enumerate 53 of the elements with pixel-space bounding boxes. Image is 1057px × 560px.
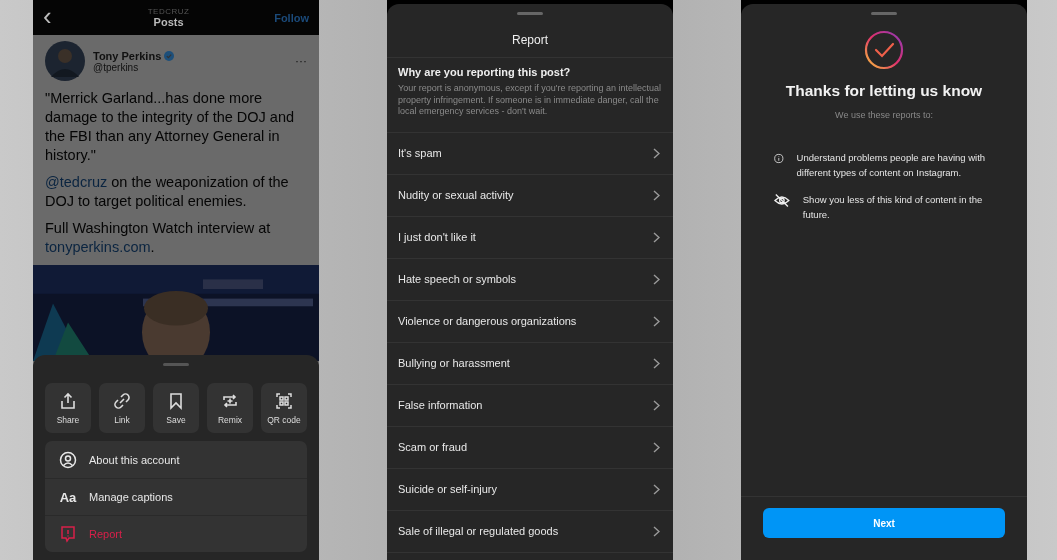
reason-option[interactable]: I just don't like it xyxy=(387,216,673,259)
bookmark-icon xyxy=(167,391,185,410)
chevron-icon xyxy=(653,483,660,495)
menu-item[interactable]: About this account xyxy=(45,441,307,478)
thanks-subtitle: We use these reports to: xyxy=(834,110,934,120)
report-icon xyxy=(59,525,77,543)
report-note: Your report is anonymous, except if you're reporting an intellectual property infringement. If someone is in immediate danger, call the local emergency services - don't wait. xyxy=(398,83,662,118)
action-button[interactable]: QR code xyxy=(261,383,307,433)
chevron-icon xyxy=(653,273,660,285)
chevron-icon xyxy=(653,441,660,453)
chevron-icon xyxy=(653,357,660,369)
post-text: Full Washington Watch interview at tonyperkins.com. xyxy=(45,219,272,257)
sheet-title: Report xyxy=(387,33,673,58)
checkmark-icon xyxy=(864,30,904,70)
qr-code-icon xyxy=(275,391,293,410)
hidden-eye-icon xyxy=(774,192,790,209)
action-button[interactable]: Save xyxy=(153,383,199,433)
link-icon xyxy=(113,391,131,410)
reason-option[interactable]: Nudity or sexual activity xyxy=(387,174,673,217)
reason-option[interactable]: False information xyxy=(387,384,673,427)
reason-text: Show you less of this kind of content in the future. xyxy=(802,193,984,222)
profile-icon xyxy=(59,450,77,469)
menu-item[interactable]: Aa Manage captions xyxy=(45,478,307,515)
reason-option[interactable]: Hate speech or symbols xyxy=(387,258,673,301)
action-button[interactable]: Share xyxy=(45,383,91,433)
chevron-icon xyxy=(653,315,660,327)
reason-option[interactable]: Sale of illegal or regulated goods xyxy=(387,510,673,553)
thanks-title: Thanks for letting us know xyxy=(784,82,984,100)
account-name: TEDCRUZ xyxy=(147,7,190,16)
action-button[interactable]: Remix xyxy=(207,383,253,433)
more-icon[interactable]: ··· xyxy=(295,54,307,68)
chevron-icon xyxy=(653,147,660,159)
reason-option[interactable]: Scam or fraud xyxy=(387,426,673,469)
report-question: Why are you reporting this post? xyxy=(398,66,572,78)
chevron-icon xyxy=(653,525,660,537)
post-text: "Merrick Garland...has done more damage to the integrity of the DOJ and the FBI than any Attorney General in history." xyxy=(45,89,296,165)
screen-title: Posts xyxy=(153,16,184,28)
reason-option[interactable]: Violence or dangerous organizations xyxy=(387,300,673,343)
chevron-icon xyxy=(653,399,660,411)
author-handle: @tperkins xyxy=(93,61,140,73)
share-icon xyxy=(59,391,77,410)
post-text: @tedcruz on the weaponization of the DOJ to target political enemies. xyxy=(45,173,290,211)
reason-option[interactable]: It's spam xyxy=(387,132,673,175)
action-button[interactable]: Link xyxy=(99,383,145,433)
author-name: Tony Perkins xyxy=(93,49,162,62)
reason-text: Understand problems people are having with different types of content on Instagram. xyxy=(796,151,987,180)
remix-icon xyxy=(221,391,239,410)
reason-option[interactable]: Bullying or harassment xyxy=(387,342,673,385)
reason-option[interactable]: Suicide or self-injury xyxy=(387,468,673,511)
chevron-icon xyxy=(653,189,660,201)
back-icon[interactable]: ‹ xyxy=(43,2,63,29)
chevron-icon xyxy=(653,231,660,243)
avatar[interactable] xyxy=(45,41,85,81)
